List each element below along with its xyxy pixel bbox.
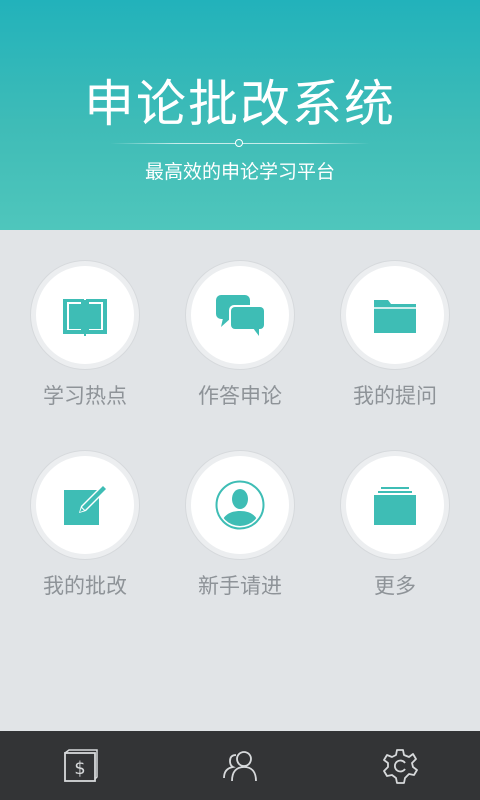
menu-item-study-hotspots[interactable]: 学习热点	[0, 230, 160, 410]
menu-label: 我的提问	[353, 384, 437, 408]
icon-circle	[191, 266, 289, 364]
folder-icon	[374, 300, 416, 333]
dollar-wallet-icon: $	[64, 749, 98, 782]
users-icon	[223, 751, 257, 782]
chat-bubbles-icon	[216, 295, 265, 336]
nav-wallet[interactable]: $	[0, 731, 160, 800]
edit-pencil-icon	[64, 484, 108, 525]
menu-grid: 学习热点 作答申论 我的提问 我的批改 新手请进 更多	[0, 230, 480, 730]
app-subtitle: 最高效的申论学习平台	[144, 161, 335, 183]
divider-dot	[235, 139, 243, 147]
menu-label: 新手请进	[198, 574, 282, 598]
icon-circle	[346, 266, 444, 364]
menu-label: 我的批改	[43, 574, 127, 598]
nav-settings[interactable]	[320, 731, 480, 800]
svg-text:$: $	[74, 758, 85, 779]
nav-users[interactable]	[160, 731, 320, 800]
stack-icon	[374, 487, 416, 525]
settings-gear-icon	[383, 749, 418, 784]
header-banner: 申论批改系统 最高效的申论学习平台	[0, 0, 480, 230]
icon-circle	[191, 456, 289, 554]
menu-item-my-corrections[interactable]: 我的批改	[0, 420, 160, 600]
user-profile-icon	[215, 480, 265, 530]
menu-item-newbie-guide[interactable]: 新手请进	[155, 420, 315, 600]
menu-item-more[interactable]: 更多	[310, 420, 470, 600]
icon-circle	[36, 456, 134, 554]
menu-label: 更多	[374, 574, 416, 598]
icon-circle	[346, 456, 444, 554]
bottom-nav-bar: $	[0, 731, 480, 800]
menu-item-my-questions[interactable]: 我的提问	[310, 230, 470, 410]
icon-circle	[36, 266, 134, 364]
menu-label: 学习热点	[43, 384, 127, 408]
app-title: 申论批改系统	[84, 75, 396, 133]
open-book-icon	[63, 299, 107, 336]
menu-label: 作答申论	[198, 384, 282, 408]
menu-item-answer-essay[interactable]: 作答申论	[155, 230, 315, 410]
